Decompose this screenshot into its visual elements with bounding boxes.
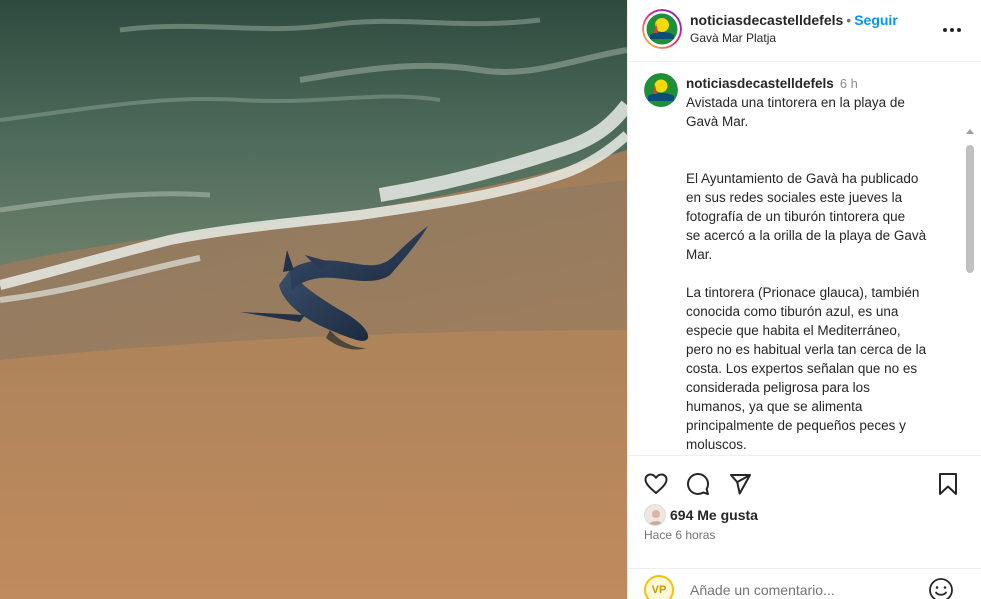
caption-para2-line: La tintorera (Prionace glauca), también bbox=[686, 285, 920, 300]
caption-para2-line: costa. Los expertos señalan que no es bbox=[686, 361, 918, 376]
save-button[interactable] bbox=[934, 470, 962, 498]
caption-para2-line: especie que habita el Mediterráneo, bbox=[686, 323, 901, 338]
comment-bar: VP Añade un comentario... bbox=[628, 568, 981, 599]
share-button[interactable] bbox=[726, 470, 754, 498]
post-location[interactable]: Gavà Mar Platja bbox=[690, 31, 776, 45]
scrollbar-thumb[interactable] bbox=[966, 145, 974, 273]
caption-para2-line: principalmente de pequeños peces y bbox=[686, 418, 906, 433]
caption-text: noticiasdecastelldefels 6 h Avistada una … bbox=[686, 74, 948, 454]
header-separator: • bbox=[846, 12, 852, 28]
bookmark-icon bbox=[939, 473, 957, 495]
likes-count[interactable]: 694 Me gusta bbox=[670, 507, 758, 523]
caption-section: noticiasdecastelldefels 6 h Avistada una … bbox=[628, 63, 981, 455]
caption-username[interactable]: noticiasdecastelldefels bbox=[686, 76, 834, 91]
smiley-icon bbox=[929, 578, 953, 599]
caption-para2-line: humanos, ya que se alimenta bbox=[686, 399, 863, 414]
caption-para2-line: conocida como tiburón azul, es una bbox=[686, 304, 899, 319]
caption-para1-line: El Ayuntamiento de Gavà ha publicado bbox=[686, 171, 919, 186]
likes-row[interactable]: 694 Me gusta bbox=[644, 504, 758, 526]
caption-avatar[interactable] bbox=[644, 73, 678, 107]
like-button[interactable] bbox=[642, 470, 670, 498]
more-options-button[interactable] bbox=[940, 18, 964, 42]
heart-icon bbox=[644, 473, 668, 494]
post-actions: 694 Me gusta Hace 6 horas VP Añade un co… bbox=[628, 455, 981, 599]
caption-para1-line: en sus redes sociales este jueves la bbox=[686, 190, 903, 205]
caption-title-line1: Avistada una tintorera en la playa de bbox=[686, 95, 905, 110]
more-horizontal-icon bbox=[943, 28, 961, 32]
caption-scrollbar[interactable] bbox=[964, 129, 976, 455]
comment-button[interactable] bbox=[684, 470, 712, 498]
post-time-ago: Hace 6 horas bbox=[644, 528, 716, 542]
caption-para1-line: fotografía de un tiburón tintorera que bbox=[686, 209, 906, 224]
send-icon bbox=[730, 474, 751, 495]
caption-para2-line: considerada peligrosa para los bbox=[686, 380, 870, 395]
caption-time: 6 h bbox=[839, 76, 858, 91]
profile-avatar[interactable] bbox=[642, 9, 682, 49]
shark-beach-image bbox=[0, 0, 627, 599]
post-photo[interactable] bbox=[0, 0, 627, 599]
caption-title-line2: Gavà Mar. bbox=[686, 114, 749, 129]
caption-para1-line: se acercó a la orilla de la playa de Gav… bbox=[686, 228, 927, 243]
liker-avatar bbox=[644, 504, 666, 526]
current-user-avatar: VP bbox=[644, 575, 674, 599]
post-side-panel: noticiasdecastelldefels • Seguir Gavà Mar … bbox=[627, 0, 981, 599]
caption-para1-line: Mar. bbox=[686, 247, 713, 262]
follow-button[interactable]: Seguir bbox=[854, 12, 898, 28]
emoji-button[interactable] bbox=[928, 577, 954, 599]
caption-para2-line: moluscos. bbox=[686, 437, 747, 452]
comment-icon bbox=[687, 473, 709, 495]
post-header: noticiasdecastelldefels • Seguir Gavà Mar … bbox=[628, 0, 981, 62]
comment-input[interactable]: Añade un comentario... bbox=[690, 582, 920, 598]
scroll-up-arrow-icon[interactable] bbox=[966, 129, 974, 134]
header-username[interactable]: noticiasdecastelldefels bbox=[690, 12, 843, 28]
caption-para2-line: pero no es habitual verla tan cerca de l… bbox=[686, 342, 927, 357]
header-username-row: noticiasdecastelldefels • Seguir bbox=[690, 12, 898, 28]
